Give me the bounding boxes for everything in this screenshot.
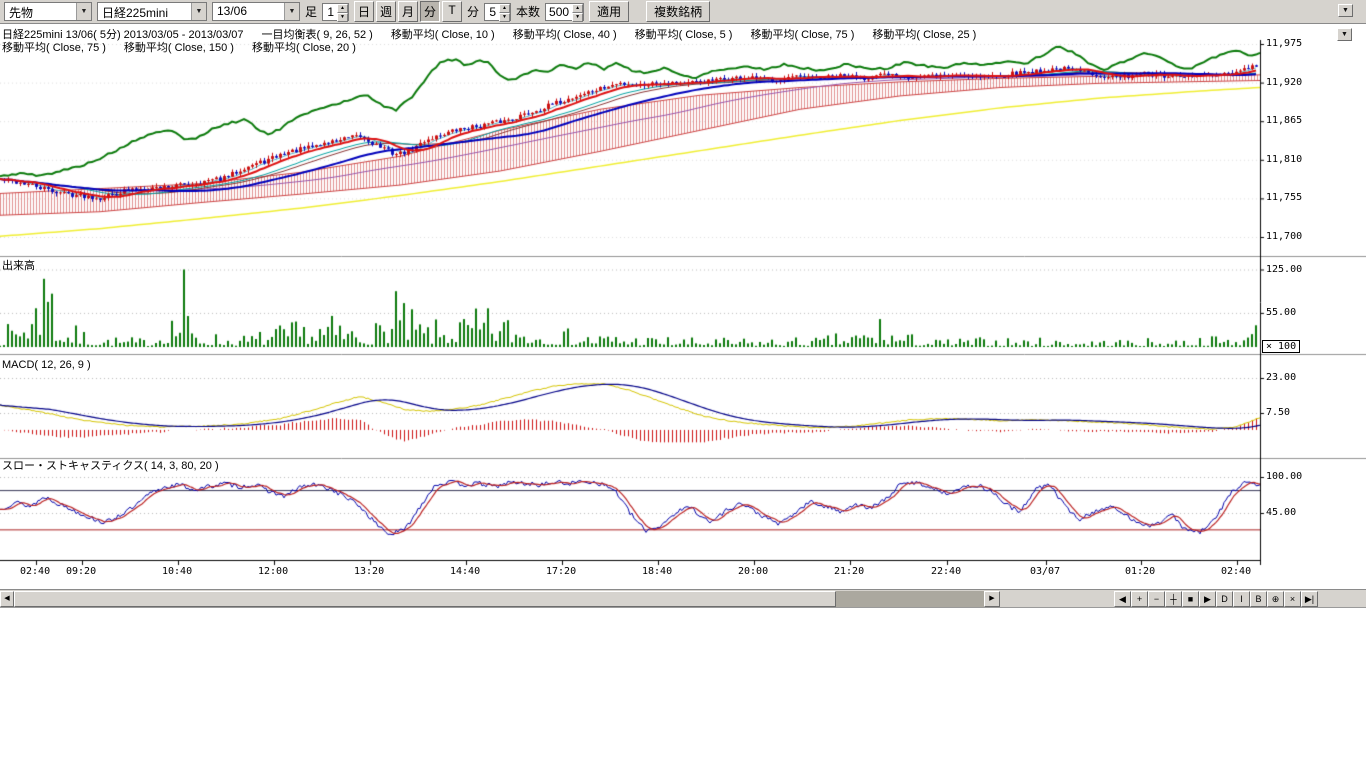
bars-stepper[interactable]: 500 ▲ ▼ — [545, 3, 584, 21]
instrument-type-select[interactable]: 先物 ▼ — [4, 2, 92, 21]
time-axis-label: 17:20 — [546, 566, 576, 577]
indicator-legend-item: 移動平均( Close, 5 ) — [635, 26, 733, 42]
macd-axis-label: 23.00 — [1266, 372, 1296, 383]
chevron-down-icon[interactable]: ▼ — [76, 3, 91, 20]
timeframe-label: 足 — [305, 3, 317, 20]
period-tick-button[interactable]: T — [442, 1, 462, 22]
scrollbar-track[interactable] — [836, 591, 984, 607]
spinner-arrows-icon[interactable]: ▲ ▼ — [337, 4, 348, 20]
time-axis-label: 21:20 — [834, 566, 864, 577]
scroll-left-button[interactable]: ◀ — [0, 591, 14, 607]
time-axis-label: 20:00 — [738, 566, 768, 577]
period-month-button[interactable]: 月 — [398, 1, 418, 22]
spin-down-icon[interactable]: ▼ — [499, 13, 510, 22]
bars-label: 本数 — [516, 3, 540, 20]
close-button[interactable]: × — [1284, 591, 1301, 607]
indicator-legend-item: 移動平均( Close, 25 ) — [872, 26, 976, 42]
indicator-legend-item: 移動平均( Close, 75 ) — [750, 26, 854, 42]
chart-toolbar: ◀+−┼■▶DIB⊕×▶| — [1114, 591, 1318, 607]
multi-symbol-button[interactable]: 複数銘柄 — [646, 1, 710, 22]
chart-application-window: 先物 ▼ 日経225mini ▼ 13/06 ▼ 足 1 ▲ ▼ 日週月分T 分… — [0, 0, 1366, 608]
indicator-legend-item: 移動平均( Close, 20 ) — [252, 39, 356, 55]
scroll-start-button[interactable]: ◀ — [1114, 591, 1131, 607]
time-axis-label: 10:40 — [162, 566, 192, 577]
price-chart-canvas[interactable] — [0, 22, 1366, 590]
macd-panel-label: MACD( 12, 26, 9 ) — [2, 359, 91, 371]
play-button[interactable]: ▶ — [1199, 591, 1216, 607]
price-axis-label: 11,975 — [1266, 38, 1302, 49]
time-axis-label: 13:20 — [354, 566, 384, 577]
time-axis-label: 18:40 — [642, 566, 672, 577]
main-toolbar: 先物 ▼ 日経225mini ▼ 13/06 ▼ 足 1 ▲ ▼ 日週月分T 分… — [0, 0, 1366, 24]
zoom-in-button[interactable]: + — [1131, 591, 1148, 607]
time-axis-label: 22:40 — [931, 566, 961, 577]
spin-down-icon[interactable]: ▼ — [337, 13, 348, 22]
price-axis-label: 11,810 — [1266, 154, 1302, 165]
volume-axis-label: 125.00 — [1266, 264, 1302, 275]
spinner-arrows-icon[interactable]: ▲ ▼ — [499, 4, 510, 20]
minute-value: 5 — [485, 4, 499, 20]
time-axis-label: 03/07 — [1030, 566, 1060, 577]
time-axis-label: 01:20 — [1125, 566, 1155, 577]
apply-button[interactable]: 適用 — [589, 1, 629, 22]
volume-axis-label: 55.00 — [1266, 307, 1296, 318]
bottom-bar: ◀ ▶ ◀+−┼■▶DIB⊕×▶| — [0, 589, 1366, 607]
magnify-button[interactable]: ⊕ — [1267, 591, 1284, 607]
indicator-legend-item: 移動平均( Close, 75 ) — [2, 39, 106, 55]
time-axis-label: 12:00 — [258, 566, 288, 577]
scrollbar-thumb[interactable] — [14, 591, 836, 607]
indicator-legend-item: 移動平均( Close, 150 ) — [124, 39, 234, 55]
volume-panel-label: 出来高 — [2, 257, 35, 273]
chevron-down-icon[interactable]: ▼ — [284, 3, 299, 20]
time-axis-label: 09:20 — [66, 566, 96, 577]
instrument-type-value: 先物 — [5, 3, 76, 20]
price-axis-label: 11,920 — [1266, 77, 1302, 88]
zoom-out-button[interactable]: − — [1148, 591, 1165, 607]
stoch-axis-label: 100.00 — [1266, 471, 1302, 482]
spin-up-icon[interactable]: ▲ — [499, 4, 510, 13]
indicator-legend-row2: 移動平均( Close, 75 ) 移動平均( Close, 150 ) 移動平均(… — [2, 39, 356, 55]
scroll-right-button[interactable]: ▶ — [984, 591, 1000, 607]
chevron-down-icon[interactable]: ▼ — [191, 3, 206, 20]
bars-value: 500 — [546, 4, 572, 20]
symbol-value: 日経225mini — [98, 3, 191, 20]
period-day-button[interactable]: 日 — [354, 1, 374, 22]
symbol-select[interactable]: 日経225mini ▼ — [97, 2, 207, 21]
price-axis-label: 11,755 — [1266, 192, 1302, 203]
crosshair-button[interactable]: ┼ — [1165, 591, 1182, 607]
time-axis-label: 14:40 — [450, 566, 480, 577]
contract-month-value: 13/06 — [213, 3, 284, 20]
timeframe-value: 1 — [323, 4, 337, 20]
spin-down-icon[interactable]: ▼ — [572, 13, 583, 22]
indicator-button[interactable]: I — [1233, 591, 1250, 607]
spin-up-icon[interactable]: ▲ — [337, 4, 348, 13]
volume-multiplier-badge: × 100 — [1262, 340, 1300, 353]
spinner-arrows-icon[interactable]: ▲ ▼ — [572, 4, 583, 20]
time-axis-label: 02:40 — [20, 566, 50, 577]
period-button-group: 日週月分T — [354, 1, 462, 22]
minute-label: 分 — [467, 3, 479, 20]
price-axis-label: 11,865 — [1266, 115, 1302, 126]
spin-up-icon[interactable]: ▲ — [572, 4, 583, 13]
indicator-legend-item: 移動平均( Close, 40 ) — [513, 26, 617, 42]
contract-month-select[interactable]: 13/06 ▼ — [212, 2, 300, 21]
period-minute-button[interactable]: 分 — [420, 1, 440, 22]
stochastics-panel-label: スロー・ストキャスティクス( 14, 3, 80, 20 ) — [2, 457, 219, 473]
toolbar-dropdown-button[interactable]: ▼ — [1338, 4, 1353, 17]
timeframe-stepper[interactable]: 1 ▲ ▼ — [322, 3, 349, 21]
scroll-end-button[interactable]: ▶| — [1301, 591, 1318, 607]
stoch-axis-label: 45.00 — [1266, 507, 1296, 518]
time-axis-label: 02:40 — [1221, 566, 1251, 577]
indicator-legend-item: 移動平均( Close, 10 ) — [391, 26, 495, 42]
board-button[interactable]: B — [1250, 591, 1267, 607]
data-window-button[interactable]: D — [1216, 591, 1233, 607]
stop-button[interactable]: ■ — [1182, 591, 1199, 607]
period-week-button[interactable]: 週 — [376, 1, 396, 22]
price-axis-label: 11,700 — [1266, 231, 1302, 242]
minute-stepper[interactable]: 5 ▲ ▼ — [484, 3, 511, 21]
macd-axis-label: 7.50 — [1266, 407, 1290, 418]
